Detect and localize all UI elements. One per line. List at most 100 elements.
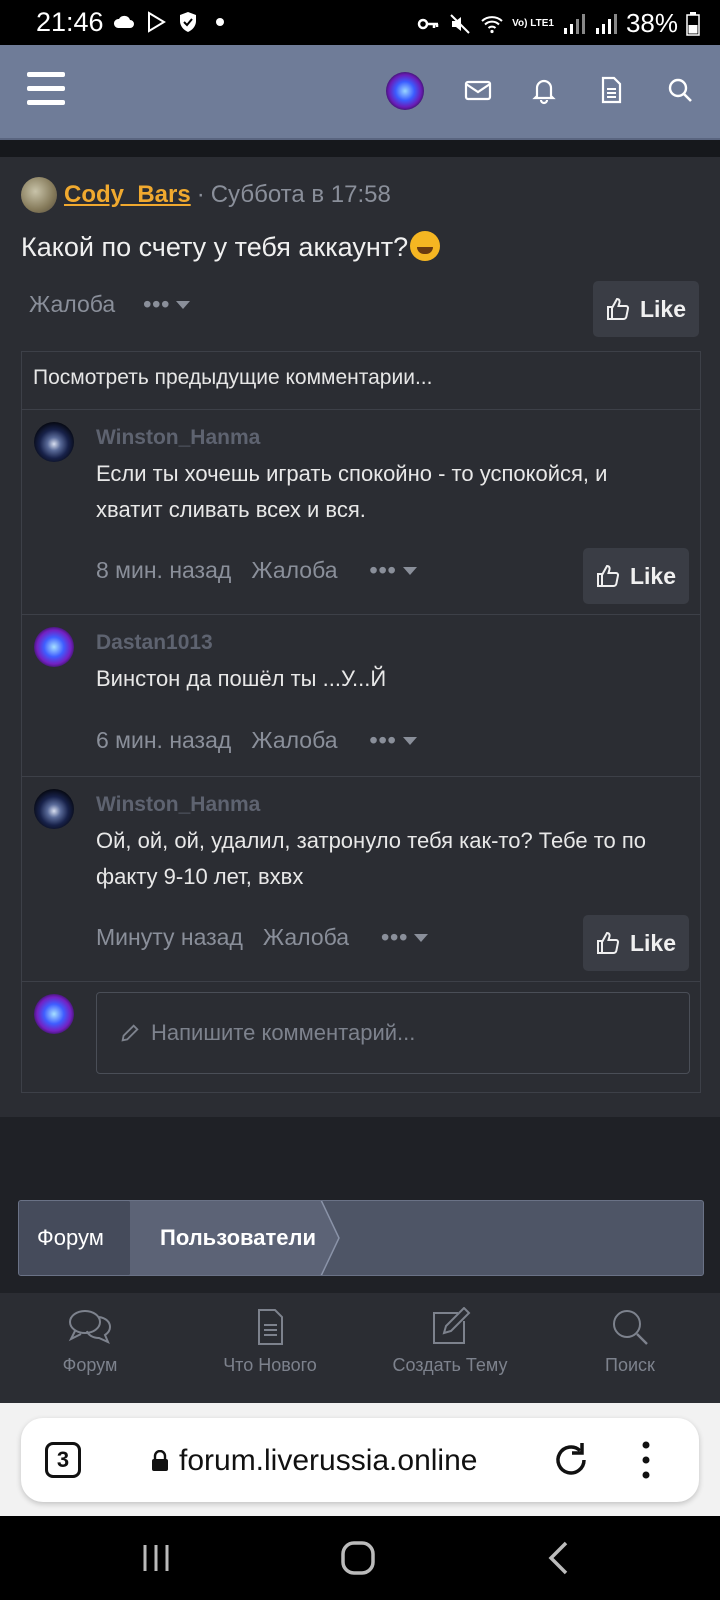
report-link[interactable]: Жалоба [29,291,115,318]
pencil-icon [121,1024,139,1042]
document-icon[interactable] [596,75,626,105]
tab-count: 3 [56,1447,70,1472]
comment-text: Если ты хочешь играть спокойно - то успо… [96,461,608,522]
status-bar: 21:46 Vo) LTE1 38% [0,0,720,45]
thumbs-up-icon [606,297,629,320]
post-text-body: Какой по счету у тебя аккаунт? [21,232,409,262]
avatar[interactable] [34,627,74,667]
new-comment-row: Напишите комментарий... [22,982,700,1092]
reload-icon[interactable] [551,1440,591,1480]
edit-icon [433,1307,471,1344]
post-author-link[interactable]: Cody_Bars [64,181,191,209]
more-menu[interactable]: ••• [370,557,417,584]
divider [0,140,720,157]
comment-item: Dastan1013 Винстон да пошёл ты ...У...Й … [22,615,700,777]
like-label: Like [629,929,677,956]
laughing-emoji-icon [410,231,441,261]
comment-actions: 8 мин. назад Жалоба ••• [96,557,417,584]
nav-label: Поиск [605,1355,655,1375]
dot-icon [216,18,224,26]
post-meta: Cody_Bars · Суббота в 17:58 [21,177,391,213]
chat-bubbles-icon [68,1310,112,1344]
nav-item-whats-new[interactable]: Что Нового [180,1293,360,1403]
avatar [34,994,74,1034]
url-display[interactable]: forum.liverussia.online [151,1444,477,1478]
envelope-icon[interactable] [463,75,493,105]
report-link[interactable]: Жалоба [251,557,337,584]
search-icon[interactable] [665,75,695,105]
bell-icon[interactable] [529,75,559,105]
more-menu[interactable]: ••• [370,727,417,754]
thumbs-up-icon [596,931,619,954]
mute-icon [450,13,470,34]
comment-author[interactable]: Winston_Hanma [96,426,260,450]
battery-percent: 38% [625,8,678,38]
lock-icon [152,1450,168,1471]
comment-time[interactable]: Минуту назад [96,924,243,951]
document-icon [258,1309,283,1345]
url-text: forum.liverussia.online [179,1444,478,1477]
status-time: 21:46 [36,7,104,37]
comment-text: Ой, ой, ой, удалил, затронуло тебя как-т… [96,828,647,889]
comment-author[interactable]: Dastan1013 [96,631,213,655]
more-options-icon[interactable] [641,1440,651,1480]
view-previous-comments-link[interactable]: Посмотреть предыдущие комментарии... [22,352,700,410]
profile-post: Cody_Bars · Суббота в 17:58 Какой по сче… [0,157,720,1117]
post-time[interactable]: Суббота в 17:58 [211,181,391,209]
like-button[interactable]: Like [583,548,689,604]
tab-switcher-button[interactable]: 3 [45,1442,81,1478]
nav-item-create-topic[interactable]: Создать Тему [360,1293,540,1403]
more-dots-icon: ••• [381,924,409,950]
more-dots-icon: ••• [369,727,397,753]
nav-item-search[interactable]: Поиск [540,1293,720,1403]
report-link[interactable]: Жалоба [263,924,349,951]
signal-icon [563,13,585,34]
avatar[interactable] [34,422,74,462]
like-button[interactable]: Like [583,915,689,971]
more-dots-icon: ••• [369,557,397,583]
comment-text: Винстон да пошёл ты ...У...Й [96,666,387,691]
comment-actions: 6 мин. назад Жалоба ••• [96,727,417,754]
comment-time[interactable]: 6 мин. назад [96,727,231,754]
nav-label: Форум [62,1355,118,1375]
user-avatar[interactable] [386,72,424,110]
signal-icon-2 [595,13,617,34]
breadcrumb-item-forum[interactable]: Форум [19,1201,129,1275]
avatar[interactable] [34,789,74,829]
more-menu[interactable]: ••• [381,924,429,951]
wifi-icon [481,15,503,33]
thumbs-up-icon [596,564,619,587]
hamburger-icon[interactable] [27,72,65,106]
network-label: Vo) LTE1 [512,18,554,29]
avatar[interactable] [21,177,57,213]
like-button[interactable]: Like [593,281,699,337]
comment-placeholder: Напишите комментарий... [151,1020,416,1045]
breadcrumb-label: Пользователи [160,1225,317,1250]
nav-item-forum[interactable]: Форум [0,1293,180,1403]
address-bar[interactable]: 3 forum.liverussia.online [21,1418,699,1502]
nav-label: Создать Тему [392,1355,508,1375]
nav-label: Что Нового [223,1355,317,1375]
breadcrumb-item-users[interactable]: Пользователи [130,1201,320,1275]
recent-apps-icon[interactable] [140,1542,172,1574]
like-label: Like [629,562,677,589]
play-protect-icon [148,11,166,33]
comment-input[interactable]: Напишите комментарий... [96,992,690,1074]
bottom-nav: Форум Что Нового Создать Тему Поиск [0,1293,720,1403]
back-icon[interactable] [546,1540,572,1576]
home-icon[interactable] [340,1540,376,1576]
more-menu[interactable]: ••• [143,291,191,318]
breadcrumb: Форум Пользователи [18,1200,704,1276]
report-link[interactable]: Жалоба [251,727,337,754]
more-dots-icon: ••• [143,291,171,317]
browser-toolbar: 3 forum.liverussia.online [0,1403,720,1516]
comment-item: Winston_Hanma Если ты хочешь играть спок… [22,410,700,615]
cloud-icon [113,15,134,28]
comment-author[interactable]: Winston_Hanma [96,793,260,817]
like-label: Like [639,295,687,322]
breadcrumb-separator [319,1201,340,1275]
chevron-down-icon [176,300,191,309]
comment-time[interactable]: 8 мин. назад [96,557,231,584]
breadcrumb-label: Форум [37,1225,104,1250]
search-icon [613,1310,648,1345]
